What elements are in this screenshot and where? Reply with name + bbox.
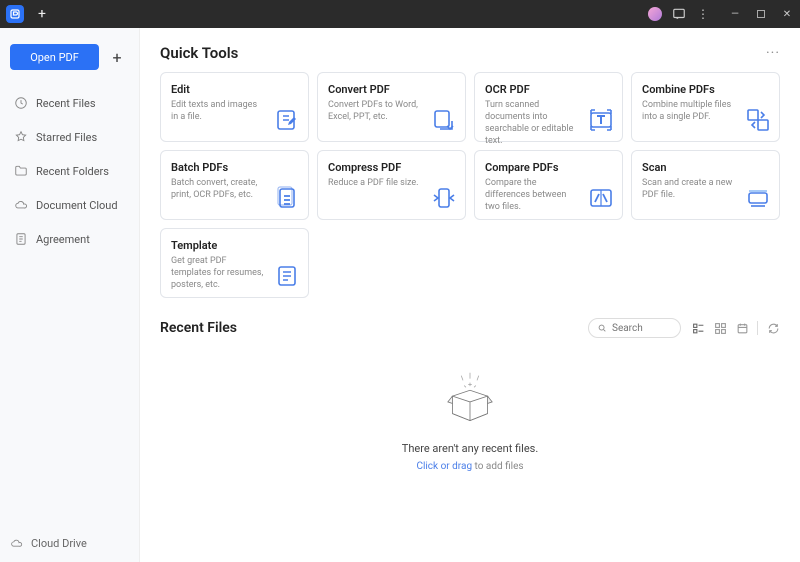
main-content: Quick Tools ··· Edit Edit texts and imag… bbox=[140, 28, 800, 562]
divider bbox=[757, 321, 758, 335]
tool-card-compare[interactable]: Compare PDFs Compare the differences bet… bbox=[474, 150, 623, 220]
folder-icon bbox=[14, 164, 28, 178]
quick-tools-grid: Edit Edit texts and images in a file. Co… bbox=[160, 72, 780, 298]
clock-icon bbox=[14, 96, 28, 110]
sidebar-item-starred-files[interactable]: Starred Files bbox=[4, 122, 135, 152]
sidebar: Open PDF + Recent Files Starred Files Re… bbox=[0, 28, 140, 562]
tool-card-combine[interactable]: Combine PDFs Combine multiple files into… bbox=[631, 72, 780, 142]
scan-icon bbox=[745, 185, 771, 211]
sidebar-item-label: Recent Folders bbox=[36, 165, 109, 178]
empty-hint: Click or drag to add files bbox=[416, 461, 523, 472]
sidebar-item-label: Recent Files bbox=[36, 97, 96, 110]
ocr-icon bbox=[588, 107, 614, 133]
tool-title: Template bbox=[171, 239, 298, 252]
tool-card-template[interactable]: Template Get great PDF templates for res… bbox=[160, 228, 309, 298]
tool-description: Get great PDF templates for resumes, pos… bbox=[171, 255, 266, 291]
sidebar-item-recent-files[interactable]: Recent Files bbox=[4, 88, 135, 118]
sidebar-item-agreement[interactable]: Agreement bbox=[4, 224, 135, 254]
empty-box-icon bbox=[435, 364, 505, 434]
empty-state: There aren't any recent files. Click or … bbox=[160, 364, 780, 472]
calendar-filter-button[interactable] bbox=[735, 321, 749, 335]
tool-description: Combine multiple files into a single PDF… bbox=[642, 99, 737, 123]
search-icon bbox=[597, 323, 607, 333]
tool-description: Scan and create a new PDF file. bbox=[642, 177, 737, 201]
tool-description: Convert PDFs to Word, Excel, PPT, etc. bbox=[328, 99, 423, 123]
sidebar-footer-label: Cloud Drive bbox=[31, 537, 87, 550]
sidebar-item-cloud-drive[interactable]: Cloud Drive bbox=[0, 525, 139, 562]
click-drag-link[interactable]: Click or drag bbox=[416, 461, 472, 472]
tool-title: Convert PDF bbox=[328, 83, 455, 96]
template-icon bbox=[274, 263, 300, 289]
close-button[interactable]: ✕ bbox=[780, 7, 794, 21]
tool-title: Edit bbox=[171, 83, 298, 96]
sidebar-item-label: Starred Files bbox=[36, 131, 97, 144]
tool-card-batch[interactable]: Batch PDFs Batch convert, create, print,… bbox=[160, 150, 309, 220]
search-box[interactable] bbox=[588, 318, 681, 338]
tool-title: OCR PDF bbox=[485, 83, 612, 96]
tool-title: Compress PDF bbox=[328, 161, 455, 174]
sidebar-nav: Recent Files Starred Files Recent Folder… bbox=[0, 88, 139, 254]
tool-card-convert[interactable]: Convert PDF Convert PDFs to Word, Excel,… bbox=[317, 72, 466, 142]
add-file-button[interactable]: + bbox=[105, 45, 129, 69]
edit-icon bbox=[274, 107, 300, 133]
more-options-button[interactable]: ··· bbox=[766, 45, 780, 61]
convert-icon bbox=[431, 107, 457, 133]
refresh-button[interactable] bbox=[766, 321, 780, 335]
batch-icon bbox=[274, 185, 300, 211]
list-view-button[interactable] bbox=[691, 321, 705, 335]
tool-card-compress[interactable]: Compress PDF Reduce a PDF file size. bbox=[317, 150, 466, 220]
cloud-icon bbox=[14, 198, 28, 212]
tool-card-edit[interactable]: Edit Edit texts and images in a file. bbox=[160, 72, 309, 142]
app-body: Open PDF + Recent Files Starred Files Re… bbox=[0, 28, 800, 562]
kebab-menu-icon[interactable]: ⋮ bbox=[696, 7, 710, 21]
star-icon bbox=[14, 130, 28, 144]
tool-card-ocr[interactable]: OCR PDF Turn scanned documents into sear… bbox=[474, 72, 623, 142]
combine-icon bbox=[745, 107, 771, 133]
empty-message: There aren't any recent files. bbox=[402, 442, 538, 455]
open-pdf-button[interactable]: Open PDF bbox=[10, 44, 99, 70]
tool-description: Turn scanned documents into searchable o… bbox=[485, 99, 580, 148]
grid-view-button[interactable] bbox=[713, 321, 727, 335]
tool-description: Reduce a PDF file size. bbox=[328, 177, 423, 189]
tool-title: Batch PDFs bbox=[171, 161, 298, 174]
maximize-button[interactable] bbox=[754, 7, 768, 21]
new-tab-button[interactable]: + bbox=[30, 2, 54, 26]
sidebar-item-document-cloud[interactable]: Document Cloud bbox=[4, 190, 135, 220]
feedback-icon[interactable] bbox=[672, 7, 686, 21]
sidebar-item-label: Document Cloud bbox=[36, 199, 118, 212]
tool-title: Scan bbox=[642, 161, 769, 174]
document-icon bbox=[14, 232, 28, 246]
minimize-button[interactable]: — bbox=[728, 7, 742, 21]
tool-title: Combine PDFs bbox=[642, 83, 769, 96]
sidebar-item-label: Agreement bbox=[36, 233, 90, 246]
tool-description: Edit texts and images in a file. bbox=[171, 99, 266, 123]
search-input[interactable] bbox=[612, 323, 672, 334]
compress-icon bbox=[431, 185, 457, 211]
compare-icon bbox=[588, 185, 614, 211]
user-avatar[interactable] bbox=[648, 7, 662, 21]
quick-tools-title: Quick Tools bbox=[160, 44, 238, 62]
app-logo-icon bbox=[6, 5, 24, 23]
tool-card-scan[interactable]: Scan Scan and create a new PDF file. bbox=[631, 150, 780, 220]
tool-description: Batch convert, create, print, OCR PDFs, … bbox=[171, 177, 266, 201]
sidebar-item-recent-folders[interactable]: Recent Folders bbox=[4, 156, 135, 186]
tool-title: Compare PDFs bbox=[485, 161, 612, 174]
tool-description: Compare the differences between two file… bbox=[485, 177, 580, 213]
titlebar: + ⋮ — ✕ bbox=[0, 0, 800, 28]
cloud-icon bbox=[10, 537, 23, 550]
recent-files-title: Recent Files bbox=[160, 320, 237, 336]
